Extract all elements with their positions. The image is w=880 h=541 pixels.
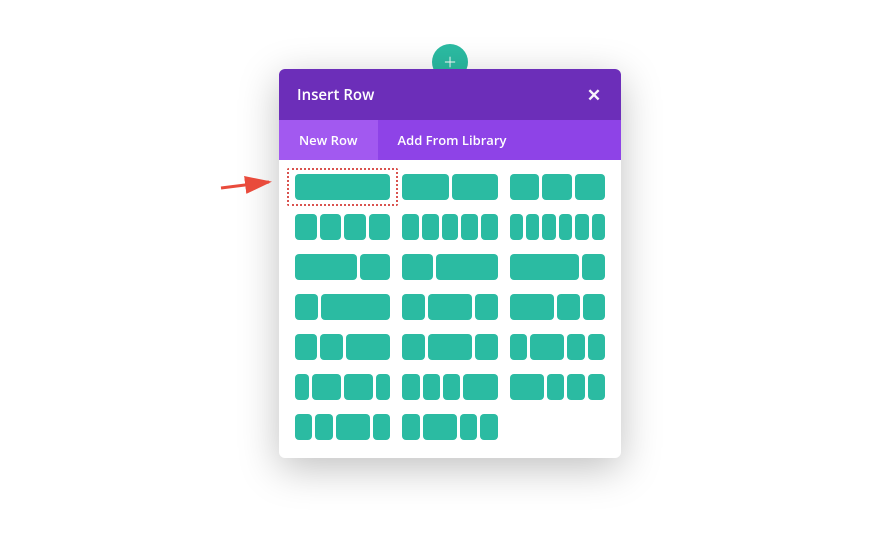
layout-col — [460, 414, 477, 440]
layout-col — [575, 174, 605, 200]
layouts-grid — [279, 160, 621, 458]
layout-col — [402, 334, 424, 360]
layout-col — [481, 214, 498, 240]
layout-col — [582, 254, 605, 280]
layout-col — [557, 294, 579, 320]
layout-option-3-col-2-1-1[interactable] — [510, 294, 605, 320]
layout-option-4-col-1-1-1-2[interactable] — [402, 374, 497, 400]
layout-option-2-col-2-3-1-3[interactable] — [295, 254, 390, 280]
layout-option-4-col-1-2-1-1b[interactable] — [402, 414, 497, 440]
layout-col — [461, 214, 478, 240]
layout-col — [346, 334, 391, 360]
layout-col — [510, 174, 540, 200]
layout-option-4-col-1-2-1-1[interactable] — [510, 334, 605, 360]
layout-col — [402, 214, 419, 240]
layout-col — [369, 214, 391, 240]
layout-option-1-col[interactable] — [295, 174, 390, 200]
layout-col — [295, 214, 317, 240]
modal-header: Insert Row ✕ — [279, 69, 621, 120]
close-icon[interactable]: ✕ — [585, 83, 603, 106]
layout-col — [321, 294, 390, 320]
layout-col — [402, 254, 433, 280]
tab-new-row[interactable]: New Row — [279, 120, 378, 160]
layout-col — [295, 174, 390, 200]
layout-col — [510, 334, 527, 360]
layout-col — [295, 254, 357, 280]
layout-col — [567, 374, 584, 400]
layout-col — [530, 334, 565, 360]
layout-col — [428, 334, 473, 360]
layout-col — [344, 374, 373, 400]
layout-col — [547, 374, 564, 400]
layout-col — [510, 374, 545, 400]
layout-col — [428, 294, 473, 320]
layout-col — [452, 174, 498, 200]
layout-option-4-col[interactable] — [295, 214, 390, 240]
layout-col — [559, 214, 572, 240]
layout-col — [402, 414, 419, 440]
layout-col — [480, 414, 497, 440]
layout-col — [320, 334, 342, 360]
modal-title: Insert Row — [297, 85, 374, 105]
layout-col — [588, 374, 605, 400]
layout-col — [422, 214, 439, 240]
layout-col — [320, 214, 342, 240]
layout-option-4-col-2-1-1-1[interactable] — [510, 374, 605, 400]
layout-col — [463, 374, 498, 400]
layout-col — [423, 414, 458, 440]
layout-col — [475, 294, 497, 320]
annotation-arrow-icon — [217, 170, 277, 198]
layout-col — [295, 334, 317, 360]
layout-col — [423, 374, 440, 400]
layout-col — [510, 214, 523, 240]
layout-col — [475, 334, 497, 360]
layout-col — [402, 374, 419, 400]
layout-option-6-col[interactable] — [510, 214, 605, 240]
layout-col — [295, 374, 309, 400]
layout-option-2-col-1-1[interactable] — [402, 174, 497, 200]
modal-tabs: New Row Add From Library — [279, 120, 621, 160]
layout-col — [510, 254, 579, 280]
layout-option-3-col-1-2-1[interactable] — [402, 294, 497, 320]
layout-col — [583, 294, 605, 320]
layout-option-3-col-1-1-1[interactable] — [510, 174, 605, 200]
layout-col — [443, 374, 460, 400]
layout-option-3-col-1-4-1-2-1-4[interactable] — [402, 334, 497, 360]
layout-col — [588, 334, 605, 360]
layout-col — [542, 214, 555, 240]
layout-col — [575, 214, 588, 240]
layout-col — [336, 414, 371, 440]
layout-col — [315, 414, 332, 440]
layout-option-2-col-3-4-1-4[interactable] — [510, 254, 605, 280]
layout-option-5-col[interactable] — [402, 214, 497, 240]
layout-col — [373, 414, 390, 440]
layout-col — [542, 174, 572, 200]
layout-col — [295, 294, 318, 320]
tab-add-from-library[interactable]: Add From Library — [378, 120, 527, 160]
layout-option-4-col-1-2-2-1[interactable] — [295, 374, 390, 400]
layout-col — [295, 414, 312, 440]
layout-col — [402, 174, 448, 200]
layout-col — [402, 294, 424, 320]
layout-option-2-col-1-3-2-3[interactable] — [402, 254, 497, 280]
layout-col — [592, 214, 605, 240]
layout-option-4-col-1-1-2-1[interactable] — [295, 414, 390, 440]
layout-option-2-col-1-4-3-4[interactable] — [295, 294, 390, 320]
layout-col — [442, 214, 459, 240]
layout-option-3-col-1-1-2[interactable] — [295, 334, 390, 360]
layout-col — [344, 214, 366, 240]
layout-col — [312, 374, 341, 400]
layout-col — [376, 374, 390, 400]
layout-col — [526, 214, 539, 240]
layout-col — [567, 334, 584, 360]
insert-row-modal: Insert Row ✕ New Row Add From Library — [279, 69, 621, 458]
layout-col — [436, 254, 498, 280]
layout-col — [510, 294, 555, 320]
layout-col — [360, 254, 391, 280]
